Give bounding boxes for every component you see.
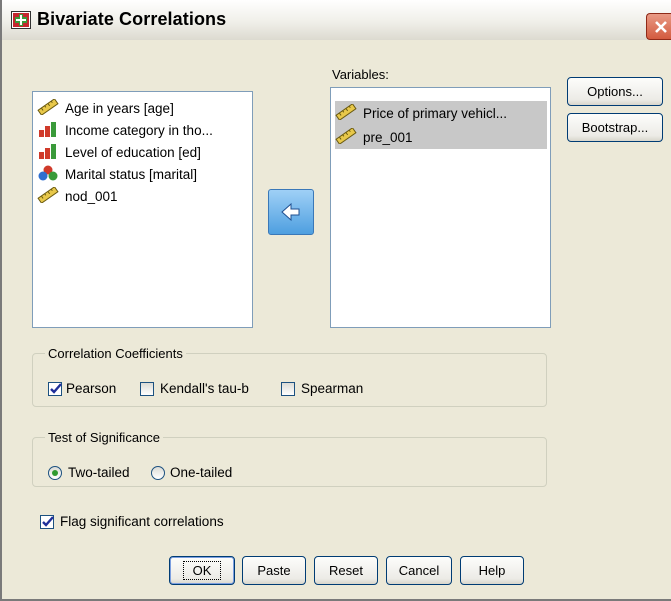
list-item-label: Level of education [ed]: [65, 144, 201, 160]
one-tailed-radio[interactable]: [151, 466, 165, 480]
arrow-left-icon: [281, 202, 300, 222]
list-item[interactable]: Income category in tho...: [37, 119, 249, 141]
ok-button-label: OK: [182, 561, 222, 580]
paste-button-label: Paste: [257, 563, 291, 578]
scale-ruler-icon: [37, 185, 59, 206]
list-item-label: Marital status [marital]: [65, 166, 198, 182]
list-item-label: Price of primary vehicl...: [363, 105, 508, 121]
scale-ruler-icon: [335, 126, 357, 147]
test-of-significance-title: Test of Significance: [45, 430, 164, 445]
spearman-label: Spearman: [301, 381, 364, 396]
nominal-circles-icon: [37, 165, 59, 184]
bivariate-correlations-dialog: Bivariate Correlations Age in years [age…: [0, 0, 671, 601]
ordinal-bars-icon: [37, 121, 59, 140]
bootstrap-button-label: Bootstrap...: [581, 120, 649, 135]
paste-button[interactable]: Paste: [242, 556, 306, 585]
spearman-checkbox[interactable]: [281, 382, 295, 396]
variables-list[interactable]: Price of primary vehicl... pre_001: [330, 87, 551, 328]
pearson-checkbox[interactable]: [48, 382, 62, 396]
dialog-app-icon: [11, 11, 31, 32]
one-tailed-label: One-tailed: [170, 465, 233, 480]
variables-label: Variables:: [332, 67, 389, 82]
checkmark-icon: [50, 383, 62, 394]
options-button[interactable]: Options...: [567, 77, 663, 106]
close-button[interactable]: [646, 13, 671, 40]
list-item[interactable]: Level of education [ed]: [37, 141, 249, 163]
correlation-coefficients-group: [32, 353, 547, 407]
list-item[interactable]: nod_001: [37, 185, 249, 207]
move-variable-button[interactable]: [268, 189, 314, 235]
dialog-title: Bivariate Correlations: [37, 9, 227, 29]
checkmark-icon: [42, 516, 54, 527]
pearson-text: Pearson: [66, 381, 117, 396]
list-item[interactable]: Price of primary vehicl...: [335, 101, 547, 125]
kendall-checkbox[interactable]: [140, 382, 154, 396]
reset-button[interactable]: Reset: [314, 556, 378, 585]
help-button[interactable]: Help: [460, 556, 524, 585]
two-tailed-label: Two-tailed: [68, 465, 130, 480]
flag-significant-checkbox[interactable]: [40, 515, 54, 529]
cancel-button-label: Cancel: [398, 563, 440, 578]
pearson-label: Pearson: [66, 381, 116, 396]
list-item-label: nod_001: [65, 188, 118, 204]
flag-significant-label: Flag significant correlations: [60, 514, 224, 529]
source-variable-list[interactable]: Age in years [age] Income category in th…: [32, 91, 253, 328]
reset-button-label: Reset: [329, 563, 363, 578]
cancel-button[interactable]: Cancel: [386, 556, 452, 585]
scale-ruler-icon: [37, 97, 59, 118]
list-item[interactable]: Marital status [marital]: [37, 163, 249, 185]
correlation-coefficients-title: Correlation Coefficients: [45, 346, 186, 361]
ordinal-bars-icon: [37, 143, 59, 162]
ok-button[interactable]: OK: [169, 556, 235, 585]
two-tailed-radio[interactable]: [48, 466, 62, 480]
title-bar[interactable]: Bivariate Correlations: [2, 0, 671, 40]
help-button-label: Help: [478, 563, 506, 578]
scale-ruler-icon: [335, 102, 357, 123]
list-item-label: pre_001: [363, 129, 413, 145]
list-item[interactable]: pre_001: [335, 125, 547, 149]
kendall-label: Kendall's tau-b: [160, 381, 249, 396]
list-item[interactable]: Age in years [age]: [37, 97, 249, 119]
list-item-label: Income category in tho...: [65, 122, 213, 138]
list-item-label: Age in years [age]: [65, 100, 174, 116]
options-button-label: Options...: [587, 84, 643, 99]
close-icon: [655, 21, 667, 33]
bootstrap-button[interactable]: Bootstrap...: [567, 113, 663, 142]
